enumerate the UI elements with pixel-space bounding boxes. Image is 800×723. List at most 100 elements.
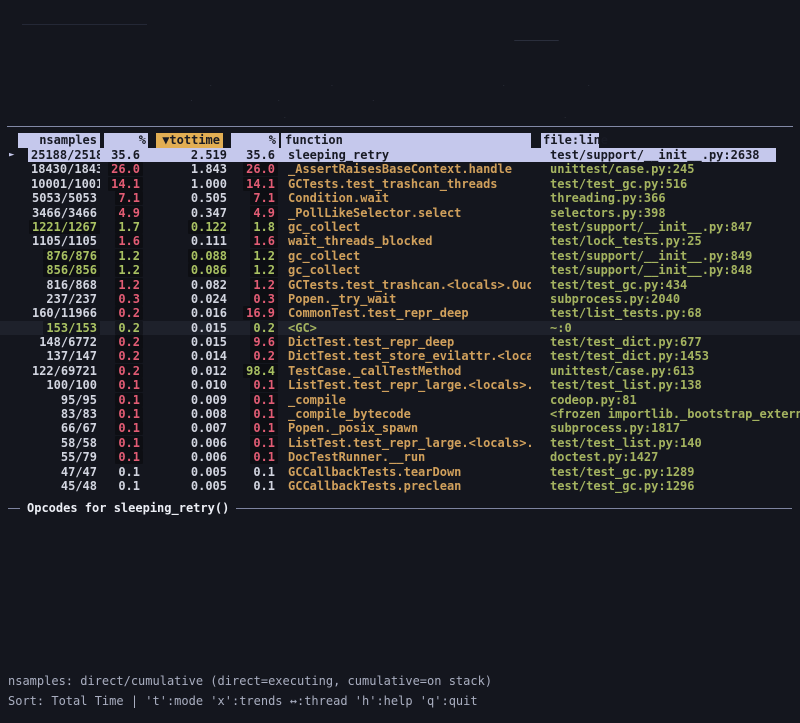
function-name-cell: DictTest.test_repr_deep <box>285 335 457 349</box>
nsamples-cell: 153/153 <box>43 321 100 335</box>
footer-nsamples-hint: nsamples: direct/cumulative (direct=exec… <box>8 674 792 689</box>
function-name-cell: _AssertRaisesBaseContext.handle <box>285 162 515 176</box>
direct-percent-cell: 0.2 <box>115 306 143 320</box>
threads-line: Threads:36.3% on gil│63.7% off gil│0.0% … <box>8 71 792 86</box>
file-line-cell: test/test_dict.py:1453 <box>547 349 712 363</box>
tottime-cell: 0.012 <box>188 364 230 378</box>
selection-marker <box>0 407 28 421</box>
cumulative-percent-cell: 0.1 <box>250 378 278 392</box>
tottime-cell: 0.009 <box>188 393 230 407</box>
file-line-cell: test/test_gc.py:1289 <box>547 465 698 479</box>
direct-percent-cell: 1.6 <box>115 234 143 248</box>
table-row[interactable]: 47/47 0.1 0.005 0.1 GCCallbackTests.tear… <box>0 465 800 479</box>
file-line-cell: codeop.py:81 <box>547 393 640 407</box>
table-row[interactable]: 153/153 0.2 0.015 0.2 <GC> ~:0 <box>0 321 800 335</box>
table-row[interactable]: 45/48 0.1 0.005 0.1 GCCallbackTests.prec… <box>0 479 800 493</box>
table-row[interactable]: 55/79 0.1 0.006 0.1 DocTestRunner.__run … <box>0 450 800 464</box>
function-name-cell: ListTest.test_repr_large.<locals>.c... <box>285 436 531 450</box>
column-header-direct-percent[interactable]: % <box>104 133 148 148</box>
nsamples-cell: 816/868 <box>43 278 100 292</box>
table-row[interactable]: 3466/3466 4.9 0.347 4.9 _PollLikeSelecto… <box>0 206 800 220</box>
tottime-cell: 0.347 <box>188 206 230 220</box>
column-header-file-line[interactable]: file:line <box>541 133 599 148</box>
file-line-cell: test/list_tests.py:68 <box>547 306 705 320</box>
function-name-cell: Popen._posix_spawn <box>285 421 421 435</box>
table-row[interactable]: 5053/5053 7.1 0.505 7.1 Condition.wait t… <box>0 191 800 205</box>
nsamples-cell: 47/47 <box>58 465 100 479</box>
function-name-cell: _compile <box>285 393 349 407</box>
selection-marker <box>0 349 28 363</box>
nsamples-cell: 25188/25189 <box>28 148 100 162</box>
samples-line: Samples:71038 total (10000.4/s) [] 10.0K… <box>8 41 792 56</box>
tachyon-profiler-screen: { "title": "Tachyon Profiler", "separato… <box>0 0 800 723</box>
table-top-divider <box>7 126 793 127</box>
nsamples-cell: 5053/5053 <box>29 191 100 205</box>
cumulative-percent-cell: 0.2 <box>250 349 278 363</box>
tottime-cell: 1.843 <box>188 162 230 176</box>
tottime-cell: 0.122 <box>188 220 230 234</box>
cumulative-percent-cell: 0.1 <box>250 450 278 464</box>
app-title: Tachyon Profiler <box>22 24 147 25</box>
table-row[interactable]: 876/876 1.2 0.088 1.2 gc_collect test/su… <box>0 249 800 263</box>
function-name-cell: CommonTest.test_repr_deep <box>285 306 472 320</box>
column-header-cumulative-percent[interactable]: % <box>231 133 279 148</box>
direct-percent-cell: 0.1 <box>115 407 143 421</box>
table-row[interactable]: 1105/1105 1.6 0.111 1.6 wait_threads_blo… <box>0 234 800 248</box>
table-row[interactable]: 816/868 1.2 0.082 1.2 GCTests.test_trash… <box>0 278 800 292</box>
file-line-cell: ~:0 <box>547 321 575 335</box>
table-row[interactable]: 95/95 0.1 0.009 0.1 _compile codeop.py:8… <box>0 393 800 407</box>
tottime-cell: 0.111 <box>188 234 230 248</box>
table-row[interactable]: 148/6772 0.2 0.015 9.6 DictTest.test_rep… <box>0 335 800 349</box>
table-row[interactable]: 237/237 0.3 0.024 0.3 Popen._try_wait su… <box>0 292 800 306</box>
table-row[interactable]: 1221/1267 1.7 0.122 1.8 gc_collect test/… <box>0 220 800 234</box>
direct-percent-cell: 4.9 <box>115 206 143 220</box>
cumulative-percent-cell: 9.6 <box>250 335 278 349</box>
cumulative-percent-cell: 0.2 <box>250 321 278 335</box>
nsamples-cell: 856/856 <box>43 263 100 277</box>
column-header-nsamples[interactable]: nsamples <box>18 133 100 148</box>
table-row[interactable]: 66/67 0.1 0.007 0.1 Popen._posix_spawn s… <box>0 421 800 435</box>
function-name-cell: gc_collect <box>285 263 363 277</box>
file-line-cell: test/support/__init__.py:848 <box>547 263 755 277</box>
divider-segment <box>8 508 20 509</box>
tottime-cell: 0.015 <box>188 335 230 349</box>
nsamples-cell: 45/48 <box>58 479 100 493</box>
function-name-cell: gc_collect <box>285 220 363 234</box>
table-row[interactable]: 137/147 0.2 0.014 0.2 DictTest.test_stor… <box>0 349 800 363</box>
selection-marker <box>0 292 28 306</box>
direct-percent-cell: 7.1 <box>115 191 143 205</box>
table-row[interactable]: 100/100 0.1 0.010 0.1 ListTest.test_repr… <box>0 378 800 392</box>
opcodes-title: Opcodes for sleeping_retry() <box>27 501 229 516</box>
table-row[interactable]: ► 25188/25189 35.6 2.519 35.6 sleeping_r… <box>0 148 800 162</box>
nsamples-cell: 122/69721 <box>29 364 100 378</box>
nsamples-cell: 1105/1105 <box>29 234 100 248</box>
table-row[interactable]: 10001/10015 14.1 1.000 14.1 GCTests.test… <box>0 177 800 191</box>
tottime-cell: 0.015 <box>188 321 230 335</box>
selection-marker <box>0 335 28 349</box>
cumulative-percent-cell: 0.1 <box>250 436 278 450</box>
tottime-cell: 0.006 <box>188 436 230 450</box>
table-row[interactable]: 18430/18430 26.0 1.843 26.0 _AssertRaise… <box>0 162 800 176</box>
table-row[interactable]: 83/83 0.1 0.008 0.1 _compile_bytecode <f… <box>0 407 800 421</box>
function-name-cell: <GC> <box>285 321 320 335</box>
function-name-cell: wait_threads_blocked <box>285 234 436 248</box>
table-row[interactable]: 58/58 0.1 0.006 0.1 ListTest.test_repr_l… <box>0 436 800 450</box>
column-header-function[interactable]: function <box>281 133 531 148</box>
nsamples-cell: 10001/10015 <box>28 177 100 191</box>
column-header-tottime-sorted[interactable]: ▼tottime <box>156 133 223 148</box>
nsamples-cell: 876/876 <box>43 249 100 263</box>
direct-percent-cell: 0.1 <box>115 465 143 479</box>
tottime-cell: 0.008 <box>188 407 230 421</box>
table-row[interactable]: 122/69721 0.2 0.012 98.4 TestCase._callT… <box>0 364 800 378</box>
nsamples-cell: 83/83 <box>58 407 100 421</box>
cumulative-percent-cell: 0.1 <box>250 479 278 493</box>
cumulative-percent-cell: 1.6 <box>250 234 278 248</box>
file-line-cell: selectors.py:398 <box>547 206 669 220</box>
cumulative-percent-cell: 0.1 <box>250 407 278 421</box>
file-line-cell: subprocess.py:2040 <box>547 292 683 306</box>
table-row[interactable]: 160/11966 0.2 0.016 16.9 CommonTest.test… <box>0 306 800 320</box>
cumulative-percent-cell: 1.2 <box>250 249 278 263</box>
selection-marker: ► <box>0 148 28 162</box>
cumulative-percent-cell: 1.2 <box>250 278 278 292</box>
table-row[interactable]: 856/856 1.2 0.086 1.2 gc_collect test/su… <box>0 263 800 277</box>
